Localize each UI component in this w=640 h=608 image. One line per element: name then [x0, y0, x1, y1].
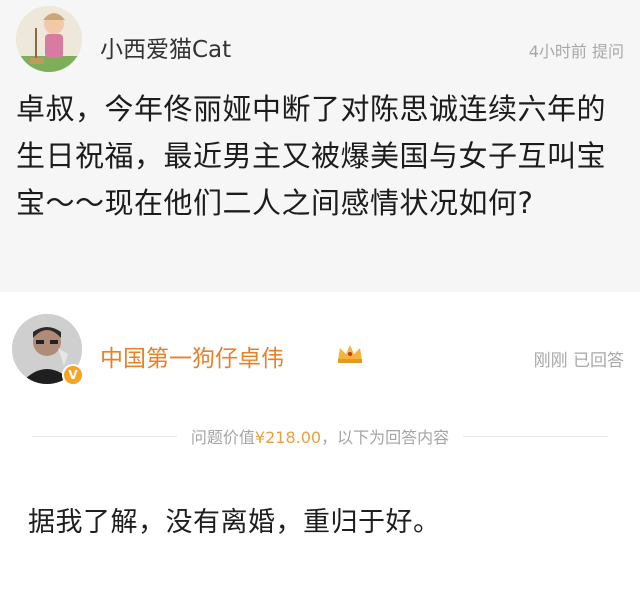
price-value: ¥218.00	[254, 428, 322, 447]
price-banner: 问题价值¥218.00，以下为回答内容	[0, 424, 640, 448]
question-meta: 4小时前 提问	[529, 38, 624, 62]
verified-v-icon: V	[62, 364, 84, 386]
answer-time: 刚刚	[533, 351, 568, 371]
section-divider	[0, 292, 640, 300]
answer-text: 据我了解，没有离婚，重归于好。	[28, 507, 441, 538]
price-banner-inner: 问题价值¥218.00，以下为回答内容	[176, 428, 464, 447]
answer-meta: 刚刚 已回答	[534, 346, 624, 371]
answer-status: 已回答	[573, 351, 624, 371]
price-suffix: ，以下为回答内容	[321, 428, 450, 447]
cartoon-avatar-icon	[16, 6, 82, 72]
question-text: 卓叔，今年佟丽娅中断了对陈思诚连续六年的生日祝福，最近男主又被爆美国与女子互叫宝…	[16, 92, 607, 220]
questioner-avatar[interactable]	[16, 6, 82, 72]
answerer-name[interactable]: 中国第一狗仔卓伟	[100, 339, 284, 373]
questioner-name[interactable]: 小西爱猫Cat	[100, 30, 231, 64]
question-time: 4小时前	[528, 42, 587, 61]
crown-icon	[338, 345, 362, 363]
price-prefix: 问题价值	[190, 428, 255, 447]
question-card: 小西爱猫Cat 4小时前 提问 卓叔，今年佟丽娅中断了对陈思诚连续六年的生日祝福…	[0, 0, 640, 292]
question-action: 提问	[591, 42, 624, 61]
